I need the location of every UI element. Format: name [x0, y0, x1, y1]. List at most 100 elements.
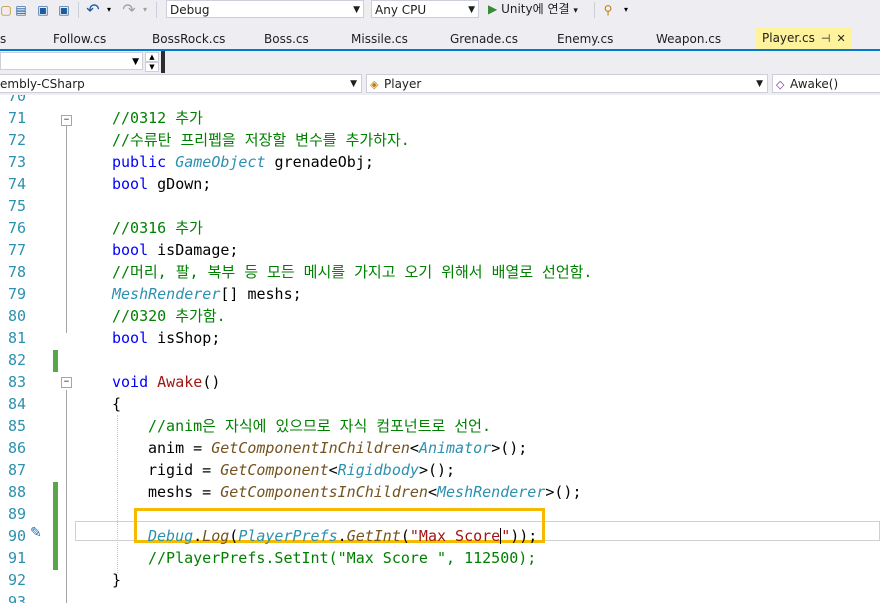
- code-editor[interactable]: − − ✎ 70 71//0312 추가 72//수류탄 프리펩을 저장할 변수를 …: [0, 95, 880, 603]
- code-line[interactable]: 85 //anim은 자식에 있으므로 자식 컴포넌트로 선언.: [0, 415, 880, 437]
- code-line[interactable]: 77 bool isDamage;: [0, 239, 880, 261]
- code-token: GetComponent: [220, 461, 329, 479]
- method-icon: ◇: [776, 78, 785, 91]
- code-line[interactable]: 84 {: [0, 393, 880, 415]
- code-line[interactable]: 76 //0316 추가: [0, 217, 880, 239]
- spin-down-icon[interactable]: ▼: [145, 62, 159, 72]
- code-line[interactable]: 75: [0, 195, 880, 217]
- tab-weapon[interactable]: Weapon.cs: [656, 30, 721, 49]
- code-token: Rigidbody: [337, 461, 419, 479]
- configuration-value: Debug: [170, 3, 210, 17]
- code-token: void: [112, 373, 158, 391]
- scope-dropdown[interactable]: ▼: [0, 52, 143, 70]
- pin-icon[interactable]: ⊣: [821, 32, 831, 45]
- code-token: (: [400, 527, 410, 545]
- close-icon[interactable]: ✕: [837, 32, 846, 45]
- code-text: //머리, 팔, 복부 등 모든 메시를 가지고 오기 위해서 배열로 선언함.: [112, 261, 592, 283]
- redo-dropdown-icon[interactable]: ▾: [140, 2, 150, 18]
- code-token: GetInt: [346, 527, 401, 545]
- code-token: >();: [418, 461, 456, 479]
- code-token: bool: [112, 241, 158, 259]
- line-number: 79: [7, 285, 26, 303]
- document-tab-strip: s Follow.cs BossRock.cs Boss.cs Missile.…: [0, 22, 880, 51]
- toolbar-overflow-icon[interactable]: ▾: [622, 2, 630, 18]
- code-line[interactable]: 73 public GameObject grenadeObj;: [0, 151, 880, 173]
- code-token: meshs =: [148, 483, 221, 501]
- line-number: 82: [7, 351, 26, 369]
- project-dropdown[interactable]: embly-CSharp ▼: [0, 74, 362, 93]
- toolbar-separator: [594, 2, 595, 18]
- code-line[interactable]: 71 //0312 추가: [0, 107, 880, 129]
- attach-label: Unity에 연결: [501, 2, 570, 16]
- code-line[interactable]: 70: [0, 95, 880, 107]
- code-token: {: [112, 395, 122, 413]
- save-all-icon[interactable]: ▣: [56, 2, 72, 18]
- find-icon[interactable]: ⚲: [600, 2, 616, 18]
- code-line[interactable]: 93: [0, 591, 880, 603]
- configuration-dropdown[interactable]: Debug ▼: [166, 0, 364, 18]
- code-token: Log: [202, 527, 230, 545]
- tab-boss[interactable]: Boss.cs: [264, 30, 309, 49]
- attach-to-unity-button[interactable]: ▶ Unity에 연결 ▾: [488, 0, 578, 18]
- code-token: (): [202, 373, 221, 391]
- line-number: 83: [7, 373, 26, 391]
- class-dropdown[interactable]: ◈ Player ▼: [366, 74, 768, 93]
- line-number: 92: [7, 571, 26, 589]
- tab-follow[interactable]: Follow.cs: [53, 30, 106, 49]
- undo-dropdown-icon[interactable]: ▾: [104, 2, 114, 18]
- save-icon[interactable]: ▣: [36, 2, 50, 18]
- toolbar-separator: [156, 2, 157, 18]
- code-token: //머리, 팔, 복부 등 모든 메시를 가지고 오기 위해서 배열로 선언함.: [112, 263, 593, 281]
- code-line[interactable]: 81 bool isShop;: [0, 327, 880, 349]
- code-token: //0320 추가함.: [112, 307, 226, 325]
- code-line[interactable]: 82: [0, 349, 880, 371]
- open-folder-icon[interactable]: ▢: [0, 2, 12, 18]
- code-line[interactable]: 72 //수류탄 프리펩을 저장할 변수를 추가하자.: [0, 129, 880, 151]
- tab-player-active[interactable]: Player.cs ⊣ ✕: [756, 28, 852, 49]
- code-token: .: [337, 527, 347, 545]
- platform-dropdown[interactable]: Any CPU ▼: [371, 0, 479, 18]
- code-token: MeshRenderer: [437, 483, 546, 501]
- code-line[interactable]: 90 Debug.Log(PlayerPrefs.GetInt("Max Scor…: [0, 525, 880, 547]
- standard-toolbar: ▢ ▤ ▣ ▣ ↶ ▾ ↷ ▾ Debug ▼ Any CPU ▼ ▶ Unit…: [0, 0, 880, 22]
- code-line[interactable]: 80 //0320 추가함.: [0, 305, 880, 327]
- tab-bossrock[interactable]: BossRock.cs: [152, 30, 225, 49]
- open-file-icon[interactable]: ▤: [14, 2, 28, 18]
- member-dropdown[interactable]: ◇ Awake(): [772, 74, 880, 93]
- code-token: isDamage;: [157, 241, 239, 259]
- member-value: Awake(): [790, 77, 839, 91]
- code-line[interactable]: 88 meshs = GetComponentsInChildren<MeshRe…: [0, 481, 880, 503]
- line-number: 74: [7, 175, 26, 193]
- code-line[interactable]: 92}: [0, 569, 880, 591]
- code-text: public GameObject grenadeObj;: [112, 151, 374, 173]
- splitter[interactable]: [161, 51, 165, 73]
- code-token: Debug: [148, 527, 194, 545]
- redo-icon[interactable]: ↷: [120, 2, 138, 18]
- line-number: 80: [7, 307, 26, 325]
- tab-enemy[interactable]: Enemy.cs: [557, 30, 613, 49]
- navigation-bar: embly-CSharp ▼ ◈ Player ▼ ◇ Awake(): [0, 73, 880, 95]
- code-token: MeshRenderer: [112, 285, 221, 303]
- code-token: (: [229, 527, 239, 545]
- code-line[interactable]: 74 bool gDown;: [0, 173, 880, 195]
- scope-spinner[interactable]: ▲ ▼: [145, 52, 159, 72]
- tab-missile[interactable]: Missile.cs: [351, 30, 408, 49]
- code-line[interactable]: 91 //PlayerPrefs.SetInt("Max Score ", 112…: [0, 547, 880, 569]
- undo-icon[interactable]: ↶: [84, 2, 102, 18]
- code-line[interactable]: 87 rigid = GetComponent<Rigidbody>();: [0, 459, 880, 481]
- code-text: {: [112, 393, 121, 415]
- chevron-down-icon: ▼: [353, 5, 360, 15]
- tab-partial[interactable]: s: [0, 30, 6, 49]
- code-line[interactable]: 79 MeshRenderer[] meshs;: [0, 283, 880, 305]
- secondary-bar: ▼ ▲ ▼: [0, 51, 880, 73]
- code-line[interactable]: 86 anim = GetComponentInChildren<Animator…: [0, 437, 880, 459]
- spin-up-icon[interactable]: ▲: [145, 52, 159, 62]
- code-text: MeshRenderer[] meshs;: [112, 283, 302, 305]
- chevron-down-icon: ▾: [573, 6, 578, 16]
- code-line[interactable]: 78 //머리, 팔, 복부 등 모든 메시를 가지고 오기 위해서 배열로 선언…: [0, 261, 880, 283]
- code-text: //수류탄 프리펩을 저장할 변수를 추가하자.: [112, 129, 410, 151]
- code-line[interactable]: 83 void Awake(): [0, 371, 880, 393]
- code-line[interactable]: 89: [0, 503, 880, 525]
- tab-grenade[interactable]: Grenade.cs: [450, 30, 518, 49]
- code-text: bool gDown;: [112, 173, 211, 195]
